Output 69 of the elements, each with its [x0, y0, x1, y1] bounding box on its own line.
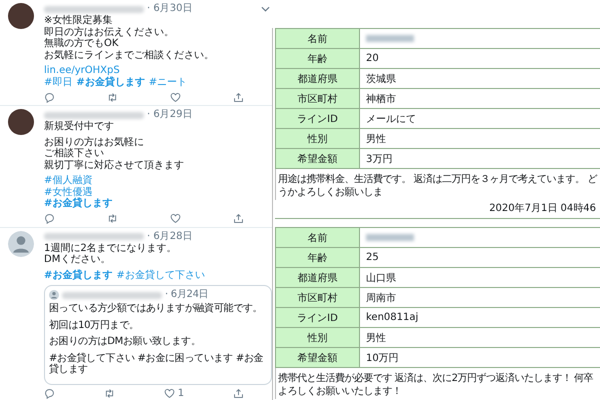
default-avatar-icon: [49, 290, 59, 300]
hashtag-link[interactable]: #即日: [44, 76, 72, 88]
tweet-text: 1週間に2名までになります。 DMください。: [44, 242, 178, 266]
field-label: 名前: [276, 228, 360, 247]
tweet-link[interactable]: lin.ee/yrOHXpS: [44, 65, 272, 76]
field-label: 性別: [276, 328, 360, 347]
heart-icon[interactable]: [170, 213, 181, 224]
retweet-icon[interactable]: [107, 213, 118, 224]
field-label: 年齢: [276, 49, 360, 68]
reply-icon[interactable]: [44, 388, 55, 399]
hashtag-link[interactable]: #個人融資: [44, 175, 272, 186]
retweet-icon[interactable]: [107, 92, 118, 102]
quote-text: 困っている方少額ではありますが融資可能です。: [49, 303, 264, 314]
message-text: 携帯代と生活費が必要です 返済は、次に2万円ずつ返済いたします！ 何卒よろしくお願いいたします！: [275, 368, 600, 399]
share-icon[interactable]: [233, 213, 244, 224]
share-icon[interactable]: [233, 388, 244, 399]
tweet-date[interactable]: · 6月28日: [147, 230, 192, 242]
share-icon[interactable]: [233, 92, 244, 102]
tweet-date[interactable]: · 6月30日: [147, 3, 192, 15]
field-value: 男性: [365, 332, 387, 346]
avatar-photo-placeholder[interactable]: [8, 3, 34, 29]
field-value: 3万円: [365, 152, 394, 166]
message-text: 用途は携帯料金、生活費です。 返済は二万円を３ヶ月で考えています。 どうかよろしくお願いしま: [275, 169, 600, 200]
avatar-photo-placeholder[interactable]: [8, 109, 34, 135]
hashtag-link[interactable]: #お金貸します: [76, 76, 145, 88]
field-label: 希望金額: [276, 348, 360, 367]
field-label: 都道府県: [276, 268, 360, 287]
field-value: 山口県: [365, 272, 397, 286]
field-label: 市区町村: [276, 288, 360, 307]
field-value: ken0811aj: [365, 311, 420, 325]
tweet-text: 新規受付中です: [44, 121, 115, 132]
tweet-date[interactable]: · 6月29日: [147, 109, 192, 121]
field-value: 茨城県: [365, 72, 397, 86]
like-count: 1: [178, 388, 184, 400]
field-value: 25: [365, 251, 380, 265]
hashtag-link[interactable]: #お金貸します: [44, 270, 112, 281]
heart-icon[interactable]: [170, 92, 181, 102]
heart-icon[interactable]: [164, 388, 175, 399]
reply-icon[interactable]: [44, 92, 55, 102]
hashtag-link[interactable]: #お金貸して下さい: [116, 270, 205, 281]
timestamp: 2020年7月1日 04時46: [275, 200, 600, 219]
field-label: 性別: [276, 129, 360, 148]
retweet-icon[interactable]: [104, 388, 115, 399]
tweet-date: · 6月24日: [165, 289, 208, 301]
field-label: 名前: [276, 29, 360, 48]
hashtag-link[interactable]: #ニート: [148, 76, 188, 88]
field-value: メールにて: [365, 112, 417, 126]
field-label: ラインID: [276, 109, 360, 128]
field-label: ラインID: [276, 308, 360, 327]
field-value: 男性: [365, 132, 387, 146]
field-value: 10万円: [365, 352, 400, 366]
hashtag-link[interactable]: #お金貸します: [44, 198, 272, 210]
field-label: 市区町村: [276, 89, 360, 108]
quoted-tweet[interactable]: · 6月24日 困っている方少額ではありますが融資可能です。 初回は10万円まで。 お困りの方はDMお願い致します。 #お金貸して下さい #お金に困っています #お金貸します: [44, 285, 272, 384]
caret-icon[interactable]: [261, 6, 270, 12]
hashtag-link[interactable]: #女性優遇: [44, 186, 272, 198]
field-value: 周南市: [365, 292, 397, 306]
reply-icon[interactable]: [44, 213, 55, 224]
field-value: 神栖市: [365, 92, 397, 106]
field-label: 希望金額: [276, 149, 360, 168]
quote-text: 初回は10万円まで。: [49, 320, 140, 331]
tweet-text: お困りの方はお気軽に ご相談下さい 親切丁寧に対応させて頂きます: [44, 136, 185, 171]
quote-text: #お金貸して下さい #お金に困っています #お金貸します: [49, 352, 264, 376]
quote-text: お困りの方はDMお願い致します。: [49, 336, 202, 348]
field-label: 都道府県: [276, 69, 360, 88]
field-value: 20: [365, 52, 380, 66]
field-label: 年齢: [276, 248, 360, 267]
tweet-text: ※女性限定募集 即日の方はお伝えください。 無職の方でもOK お気軽にラインまでご相談ください。: [44, 15, 215, 61]
default-avatar-icon[interactable]: [8, 230, 34, 256]
